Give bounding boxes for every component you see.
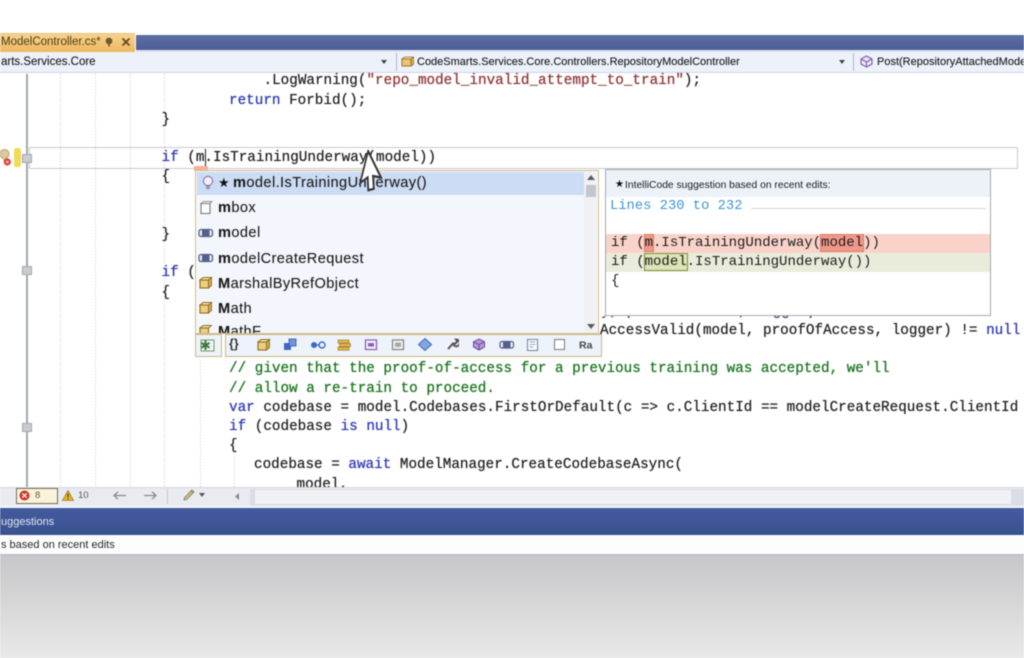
svg-text:Ra: Ra: [579, 340, 593, 352]
